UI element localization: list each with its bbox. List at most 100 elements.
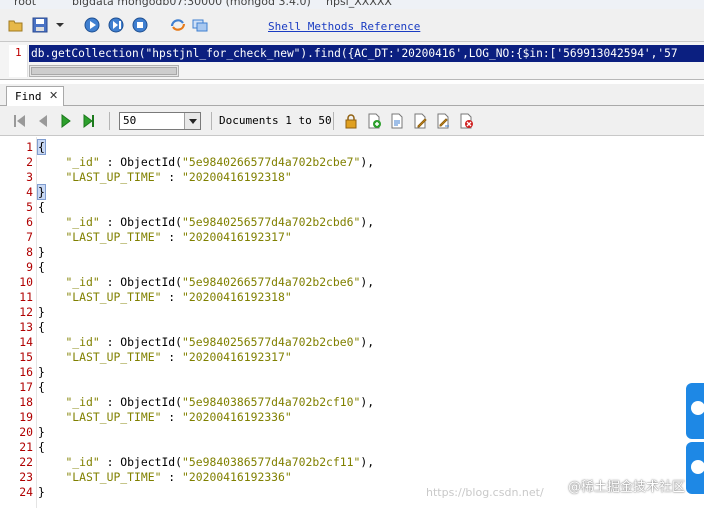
- refresh-icon[interactable]: [170, 17, 186, 33]
- document-close-brace: }: [38, 425, 45, 439]
- line-number: 5: [26, 200, 33, 214]
- line-number: 8: [26, 245, 33, 259]
- document-time-line: "LAST_UP_TIME" : "20200416192317": [65, 350, 292, 364]
- close-icon[interactable]: ✕: [49, 89, 58, 102]
- line-number: 23: [19, 470, 33, 484]
- document-id-line: "_id" : ObjectId("5e9840386577d4a702b2cf…: [65, 455, 375, 469]
- page-size-value: 50: [123, 114, 137, 127]
- document-time-line: "LAST_UP_TIME" : "20200416192336": [65, 470, 292, 484]
- line-number: 6: [26, 215, 33, 229]
- save-icon[interactable]: [32, 17, 48, 33]
- document-time-line: "LAST_UP_TIME" : "20200416192336": [65, 410, 292, 424]
- line-number: 15: [19, 350, 33, 364]
- connection-tab-root[interactable]: root: [14, 0, 36, 8]
- document-id-value: 5e9840256577d4a702b2cbd6: [188, 215, 354, 229]
- view-document-icon[interactable]: [389, 113, 405, 129]
- document-time-line: "LAST_UP_TIME" : "20200416192318": [65, 170, 292, 184]
- line-number: 21: [19, 440, 33, 454]
- stop-icon[interactable]: [132, 17, 148, 33]
- next-page-icon[interactable]: [59, 113, 73, 129]
- delete-document-icon[interactable]: [458, 113, 474, 129]
- document-id-line: "_id" : ObjectId("5e9840266577d4a702b2cb…: [65, 155, 375, 169]
- document-id-value: 5e9840266577d4a702b2cbe7: [188, 155, 354, 169]
- connection-tab-server[interactable]: bigdata mongodb07:30000 (mongod 3.4.0): [72, 0, 311, 8]
- query-editor[interactable]: 1 db.getCollection("hpstjnl_for_check_ne…: [0, 42, 704, 80]
- step-icon[interactable]: [108, 17, 124, 33]
- toolbar-separator: [109, 112, 110, 130]
- json-documents[interactable]: { "_id" : ObjectId("5e9840266577d4a702b2…: [37, 137, 698, 508]
- document-open-brace: {: [38, 380, 45, 394]
- results-tab-bar: Find ✕: [0, 84, 704, 106]
- document-close-brace: }: [38, 305, 45, 319]
- connection-tab-collection[interactable]: hpsi_XXXXX: [326, 0, 392, 8]
- toolbar-separator: [333, 112, 334, 130]
- document-time-value: 20200416192336: [188, 410, 285, 424]
- shell-methods-reference-link[interactable]: Shell Methods Reference: [268, 20, 420, 33]
- document-time-value: 20200416192317: [188, 230, 285, 244]
- tab-find[interactable]: Find ✕: [6, 86, 64, 106]
- document-time-value: 20200416192318: [188, 170, 285, 184]
- line-number-gutter: 1 2 3 4 5 6 7 8 9 10 11 12 13 14 15 16 1…: [0, 137, 37, 508]
- document-open-brace: {: [38, 440, 45, 454]
- line-number: 20: [19, 425, 33, 439]
- open-folder-icon[interactable]: [8, 17, 24, 33]
- line-number: 7: [26, 230, 33, 244]
- query-text[interactable]: db.getCollection("hpstjnl_for_check_new"…: [29, 45, 704, 62]
- line-number: 18: [19, 395, 33, 409]
- line-number: 1: [26, 140, 33, 154]
- edit-all-icon[interactable]: [435, 113, 451, 129]
- query-horizontal-scrollbar[interactable]: [29, 65, 179, 77]
- document-id-line: "_id" : ObjectId("5e9840256577d4a702b2cb…: [65, 335, 375, 349]
- line-number: 10: [19, 275, 33, 289]
- query-line-number: 1: [15, 46, 22, 59]
- document-id-value: 5e9840256577d4a702b2cbe0: [188, 335, 354, 349]
- line-number: 14: [19, 335, 33, 349]
- document-id-value: 5e9840386577d4a702b2cf11: [188, 455, 354, 469]
- previous-page-icon[interactable]: [36, 113, 50, 129]
- line-number: 24: [19, 485, 33, 499]
- document-close-brace: }: [38, 365, 45, 379]
- connection-tab-strip: root bigdata mongodb07:30000 (mongod 3.4…: [0, 0, 704, 9]
- page-size-select[interactable]: 50: [119, 112, 201, 130]
- line-number: 4: [26, 185, 33, 199]
- line-number: 22: [19, 455, 33, 469]
- document-id-value: 5e9840266577d4a702b2cbe6: [188, 275, 354, 289]
- document-time-line: "LAST_UP_TIME" : "20200416192317": [65, 230, 292, 244]
- chevron-down-icon[interactable]: [184, 113, 200, 129]
- line-number: 11: [19, 290, 33, 304]
- edit-document-icon[interactable]: [412, 113, 428, 129]
- document-open-brace: {: [37, 139, 46, 155]
- line-number: 12: [19, 305, 33, 319]
- chevron-down-icon[interactable]: [52, 17, 68, 33]
- add-document-icon[interactable]: [366, 113, 382, 129]
- main-toolbar: Shell Methods Reference: [0, 9, 704, 42]
- document-time-value: 20200416192318: [188, 290, 285, 304]
- query-line-gutter: 1: [9, 45, 28, 77]
- results-text-view[interactable]: 1 2 3 4 5 6 7 8 9 10 11 12 13 14 15 16 1…: [0, 137, 704, 508]
- line-number: 17: [19, 380, 33, 394]
- csdn-watermark: https://blog.csdn.net/: [426, 486, 544, 499]
- documents-range-label: Documents 1 to 50: [219, 114, 332, 127]
- document-open-brace: {: [38, 260, 45, 274]
- document-close-brace: }: [37, 184, 46, 200]
- line-number: 13: [19, 320, 33, 334]
- side-float-button[interactable]: [686, 442, 704, 494]
- windows-icon[interactable]: [192, 17, 208, 33]
- lock-icon[interactable]: [343, 113, 359, 129]
- line-number: 19: [19, 410, 33, 424]
- tab-find-label: Find: [15, 90, 42, 103]
- document-time-value: 20200416192317: [188, 350, 285, 364]
- document-close-brace: }: [38, 245, 45, 259]
- document-time-line: "LAST_UP_TIME" : "20200416192318": [65, 290, 292, 304]
- document-id-line: "_id" : ObjectId("5e9840266577d4a702b2cb…: [65, 275, 375, 289]
- side-float-button[interactable]: [686, 383, 704, 439]
- scrollbar-thumb[interactable]: [31, 67, 177, 75]
- line-number: 9: [26, 260, 33, 274]
- line-number: 2: [26, 155, 33, 169]
- first-page-icon[interactable]: [13, 113, 27, 129]
- line-number: 3: [26, 170, 33, 184]
- results-toolbar: 50 Documents 1 to 50: [0, 106, 704, 136]
- last-page-icon[interactable]: [82, 113, 96, 129]
- run-icon[interactable]: [84, 17, 100, 33]
- toolbar-separator: [211, 112, 212, 130]
